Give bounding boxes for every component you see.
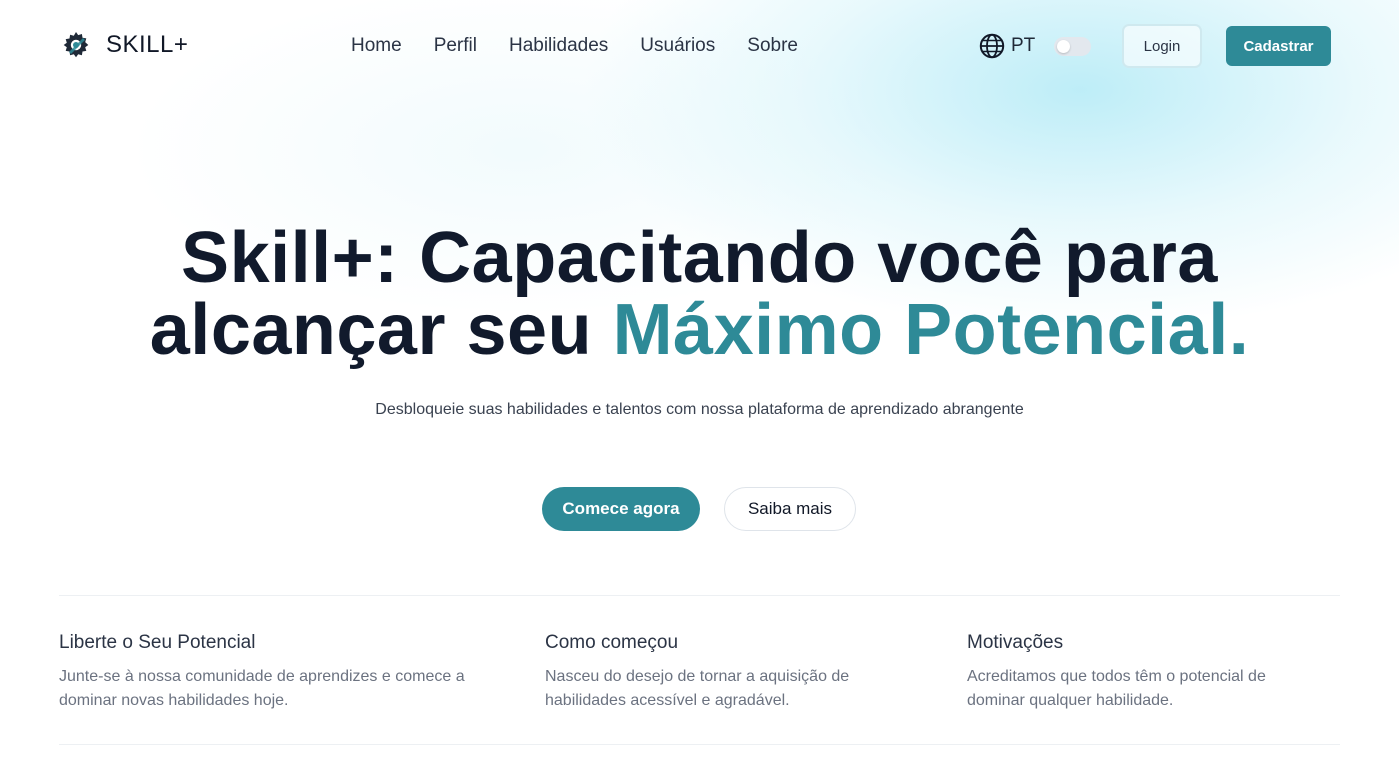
nav-habilidades[interactable]: Habilidades — [509, 34, 608, 58]
language-label: PT — [1011, 35, 1036, 56]
language-selector[interactable]: PT — [979, 33, 1035, 59]
nav-home[interactable]: Home — [351, 34, 402, 58]
nav-usuarios[interactable]: Usuários — [640, 34, 715, 58]
brand-name: SKILL+ — [106, 31, 189, 58]
divider-bottom — [59, 744, 1340, 745]
hero-title-line2: alcançar seu — [149, 290, 613, 370]
feature-text: Junte-se à nossa comunidade de aprendize… — [59, 668, 465, 709]
main-nav: Home Perfil Habilidades Usuários Sobre — [351, 34, 830, 58]
top-navbar: SKILL+ Home Perfil Habilidades Usuários … — [0, 0, 1399, 92]
hero-title-accent: Máximo Potencial. — [612, 290, 1250, 370]
hero-subtitle: Desbloqueie suas habilidades e talentos … — [375, 401, 1024, 418]
nav-perfil[interactable]: Perfil — [434, 34, 477, 58]
feature-title: Motivações — [967, 632, 1064, 653]
toggle-knob — [1057, 40, 1070, 53]
gear-icon — [63, 32, 89, 58]
feature-text: Acreditamos que todos têm o potencial de… — [967, 668, 1266, 709]
feature-title: Como começou — [545, 632, 679, 653]
hero-title-line1: Skill+: Capacitando você para — [181, 218, 1218, 298]
feature-card: Motivações Acreditamos que todos têm o p… — [967, 631, 1266, 713]
feature-text: Nasceu do desejo de tornar a aquisição d… — [545, 668, 850, 709]
signup-button[interactable]: Cadastrar — [1226, 26, 1331, 66]
learn-more-button[interactable]: Saiba mais — [724, 487, 856, 531]
get-started-button[interactable]: Comece agora — [542, 487, 700, 531]
globe-icon — [979, 33, 1005, 59]
login-button[interactable]: Login — [1122, 24, 1202, 68]
feature-title: Liberte o Seu Potencial — [59, 632, 256, 653]
theme-toggle[interactable] — [1054, 37, 1091, 56]
brand-logo[interactable]: SKILL+ — [60, 29, 188, 61]
nav-sobre[interactable]: Sobre — [747, 34, 798, 58]
feature-card: Liberte o Seu Potencial Junte-se à nossa… — [59, 631, 465, 713]
divider-top — [59, 595, 1340, 596]
hero-title: Skill+: Capacitando você para alcançar s… — [0, 222, 1399, 366]
feature-card: Como começou Nasceu do desejo de tornar … — [545, 631, 849, 713]
